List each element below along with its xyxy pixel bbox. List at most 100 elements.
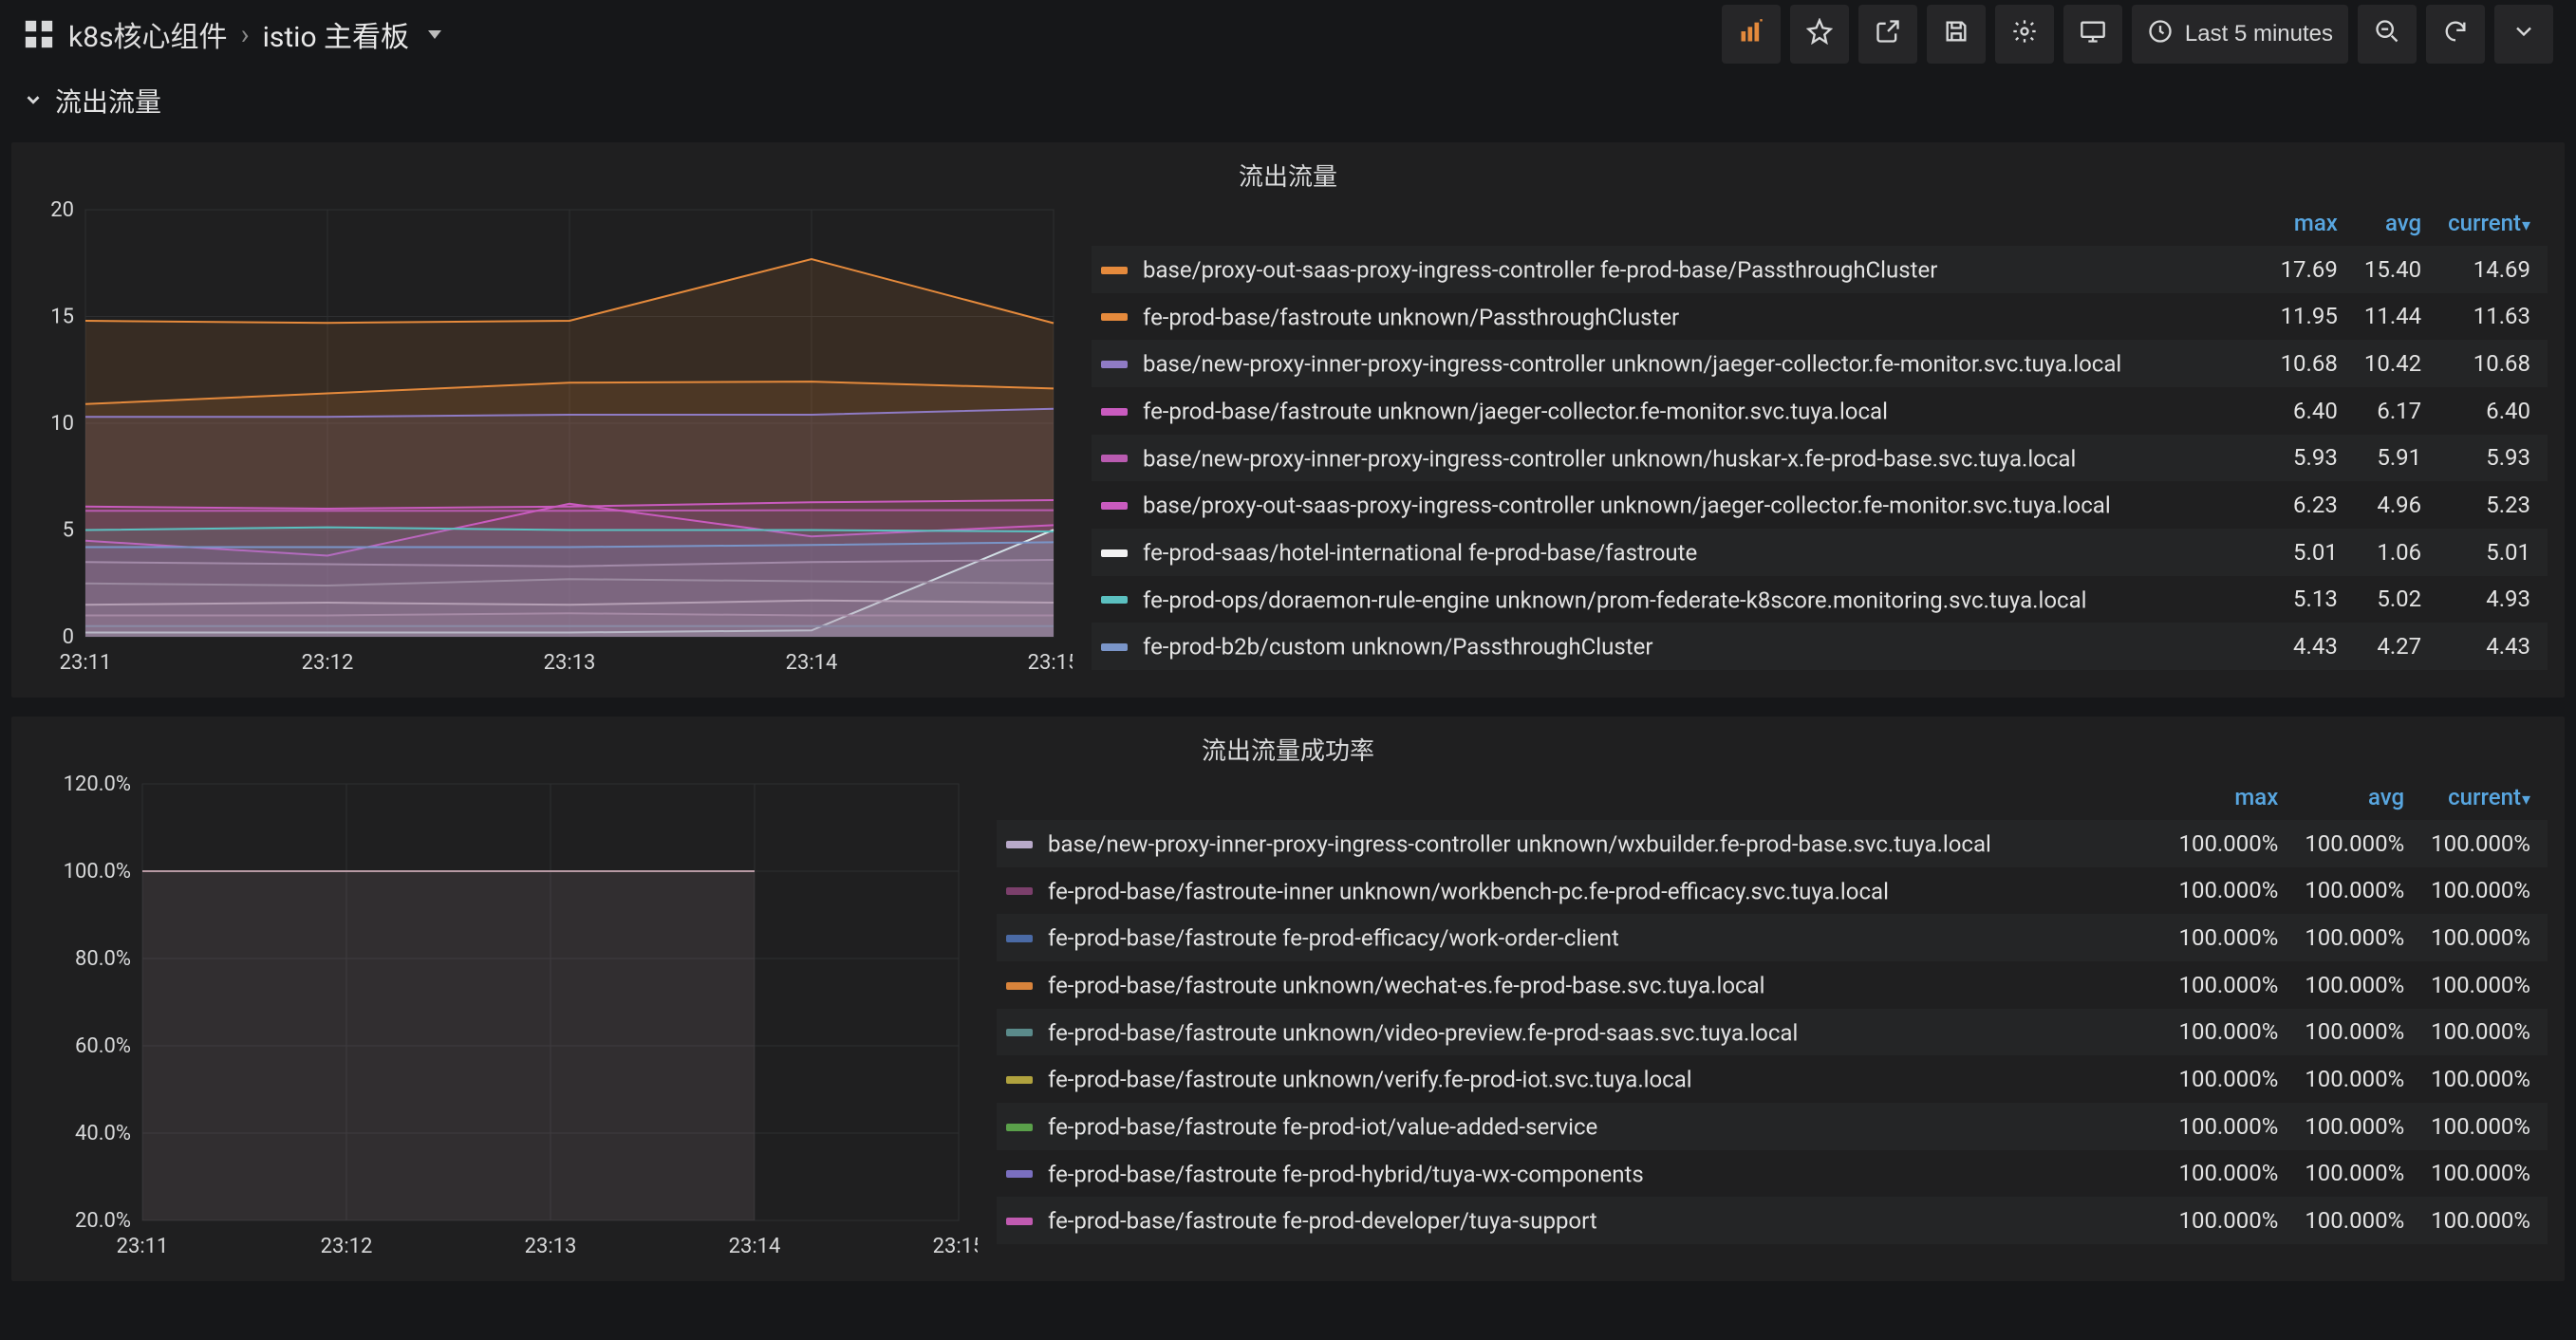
legend-value-avg: 6.17: [2355, 387, 2438, 435]
legend-row[interactable]: fe-prod-saas/hotel-international fe-prod…: [1092, 529, 2548, 576]
dashboard-grid-icon[interactable]: [23, 18, 55, 50]
legend-value-avg: 11.44: [2355, 293, 2438, 341]
legend-row[interactable]: fe-prod-base/fastroute unknown/Passthrou…: [1092, 293, 2548, 341]
legend-value-max: 17.69: [2271, 246, 2355, 293]
chart-svg-2: 20.0%40.0%60.0%80.0%100.0%120.0%23:1123:…: [28, 774, 978, 1268]
refresh-dropdown-button[interactable]: [2494, 5, 2553, 64]
svg-text:0: 0: [63, 625, 74, 649]
legend-label: fe-prod-base/fastroute fe-prod-developer…: [1048, 1208, 1597, 1235]
legend-row[interactable]: fe-prod-base/fastroute fe-prod-iot/value…: [997, 1103, 2548, 1150]
legend-value-avg: 100.000%: [2295, 820, 2421, 867]
panel-title[interactable]: 流出流量: [11, 154, 2565, 200]
time-range-label: Last 5 minutes: [2185, 21, 2333, 47]
legend-header-max[interactable]: max: [2271, 200, 2355, 246]
legend-value-avg: 5.02: [2355, 576, 2438, 623]
legend-swatch: [1101, 361, 1128, 368]
chevron-down-icon[interactable]: [428, 30, 441, 39]
legend-value-max: 11.95: [2271, 293, 2355, 341]
legend-table-1: max avg current▾ base/proxy-out-saas-pro…: [1092, 200, 2548, 670]
tv-mode-button[interactable]: [2063, 5, 2122, 64]
legend-value-current: 100.000%: [2421, 1055, 2548, 1103]
legend-row[interactable]: fe-prod-base/fastroute fe-prod-hybrid/tu…: [997, 1150, 2548, 1198]
legend-header-max[interactable]: max: [2169, 774, 2295, 820]
legend-value-max: 100.000%: [2169, 1150, 2295, 1198]
legend-row[interactable]: fe-prod-ops/doraemon-rule-engine unknown…: [1092, 576, 2548, 623]
legend-value-current: 100.000%: [2421, 1009, 2548, 1056]
header-bar: k8s核心组件 › istio 主看板: [0, 0, 2576, 68]
time-range-button[interactable]: Last 5 minutes: [2132, 5, 2348, 64]
star-button[interactable]: [1790, 5, 1849, 64]
legend-header-avg[interactable]: avg: [2355, 200, 2438, 246]
breadcrumb-current[interactable]: istio 主看板: [263, 13, 409, 55]
legend-row[interactable]: fe-prod-base/fastroute unknown/video-pre…: [997, 1009, 2548, 1056]
legend-row[interactable]: fe-prod-b2b/custom unknown/PassthroughCl…: [1092, 623, 2548, 670]
legend-swatch: [1006, 887, 1033, 895]
legend-value-avg: 100.000%: [2295, 1197, 2421, 1244]
add-panel-button[interactable]: [1722, 5, 1781, 64]
legend-label: base/new-proxy-inner-proxy-ingress-contr…: [1143, 351, 2121, 378]
zoom-out-icon: [2374, 18, 2400, 51]
breadcrumb-parent[interactable]: k8s核心组件: [68, 13, 228, 55]
svg-text:23:12: 23:12: [302, 651, 354, 675]
monitor-icon: [2080, 18, 2106, 51]
legend-value-current: 14.69: [2438, 246, 2548, 293]
panels-container: 流出流量 0510152023:1123:1223:1323:1423:15 m…: [0, 142, 2576, 1281]
legend-value-max: 100.000%: [2169, 914, 2295, 961]
legend-row[interactable]: base/new-proxy-inner-proxy-ingress-contr…: [1092, 435, 2548, 482]
legend-value-max: 10.68: [2271, 340, 2355, 387]
legend-1: max avg current▾ base/proxy-out-saas-pro…: [1092, 200, 2548, 684]
legend-header-avg[interactable]: avg: [2295, 774, 2421, 820]
legend-value-avg: 4.27: [2355, 623, 2438, 670]
legend-label: base/proxy-out-saas-proxy-ingress-contro…: [1143, 257, 1937, 284]
panel-title[interactable]: 流出流量成功率: [11, 728, 2565, 774]
svg-text:20: 20: [50, 200, 74, 222]
legend-swatch: [1006, 1029, 1033, 1036]
legend-value-max: 6.40: [2271, 387, 2355, 435]
legend-row[interactable]: fe-prod-base/fastroute fe-prod-efficacy/…: [997, 914, 2548, 961]
chart-2[interactable]: 20.0%40.0%60.0%80.0%100.0%120.0%23:1123:…: [28, 774, 978, 1268]
legend-value-max: 5.01: [2271, 529, 2355, 576]
svg-text:10: 10: [50, 412, 74, 436]
legend-value-max: 100.000%: [2169, 961, 2295, 1009]
legend-row[interactable]: fe-prod-base/fastroute unknown/jaeger-co…: [1092, 387, 2548, 435]
legend-row[interactable]: base/new-proxy-inner-proxy-ingress-contr…: [1092, 340, 2548, 387]
legend-label: fe-prod-saas/hotel-international fe-prod…: [1143, 540, 1697, 567]
svg-text:23:15: 23:15: [933, 1235, 978, 1258]
legend-row[interactable]: base/new-proxy-inner-proxy-ingress-contr…: [997, 820, 2548, 867]
settings-button[interactable]: [1995, 5, 2054, 64]
chart-1[interactable]: 0510152023:1123:1223:1323:1423:15: [28, 200, 1073, 684]
refresh-button[interactable]: [2426, 5, 2485, 64]
row-header[interactable]: 流出流量: [0, 68, 2576, 142]
legend-label: fe-prod-base/fastroute unknown/Passthrou…: [1143, 304, 1679, 330]
legend-label: fe-prod-base/fastroute-inner unknown/wor…: [1048, 878, 1889, 904]
star-icon: [1806, 18, 1833, 51]
legend-value-current: 100.000%: [2421, 1197, 2548, 1244]
legend-value-max: 5.93: [2271, 435, 2355, 482]
legend-swatch: [1101, 596, 1128, 604]
svg-text:20.0%: 20.0%: [75, 1209, 131, 1233]
chevron-down-icon: [23, 85, 44, 117]
legend-header-current[interactable]: current▾: [2438, 200, 2548, 246]
save-button[interactable]: [1927, 5, 1986, 64]
legend-swatch: [1101, 643, 1128, 651]
zoom-out-button[interactable]: [2358, 5, 2417, 64]
share-button[interactable]: [1858, 5, 1917, 64]
legend-row[interactable]: fe-prod-base/fastroute fe-prod-developer…: [997, 1197, 2548, 1244]
breadcrumb: k8s核心组件 › istio 主看板: [68, 13, 441, 55]
legend-row[interactable]: fe-prod-base/fastroute unknown/wechat-es…: [997, 961, 2548, 1009]
svg-text:60.0%: 60.0%: [75, 1034, 131, 1058]
legend-value-max: 100.000%: [2169, 1103, 2295, 1150]
legend-swatch: [1006, 935, 1033, 942]
legend-swatch: [1006, 1218, 1033, 1225]
svg-text:23:14: 23:14: [729, 1235, 781, 1258]
legend-row[interactable]: fe-prod-base/fastroute unknown/verify.fe…: [997, 1055, 2548, 1103]
legend-row[interactable]: base/proxy-out-saas-proxy-ingress-contro…: [1092, 481, 2548, 529]
legend-header-current[interactable]: current▾: [2421, 774, 2548, 820]
legend-value-current: 5.93: [2438, 435, 2548, 482]
legend-value-max: 5.13: [2271, 576, 2355, 623]
legend-row[interactable]: fe-prod-base/fastroute-inner unknown/wor…: [997, 867, 2548, 915]
legend-row[interactable]: base/proxy-out-saas-proxy-ingress-contro…: [1092, 246, 2548, 293]
legend-swatch: [1101, 408, 1128, 416]
legend-value-current: 11.63: [2438, 293, 2548, 341]
svg-text:120.0%: 120.0%: [64, 774, 131, 796]
